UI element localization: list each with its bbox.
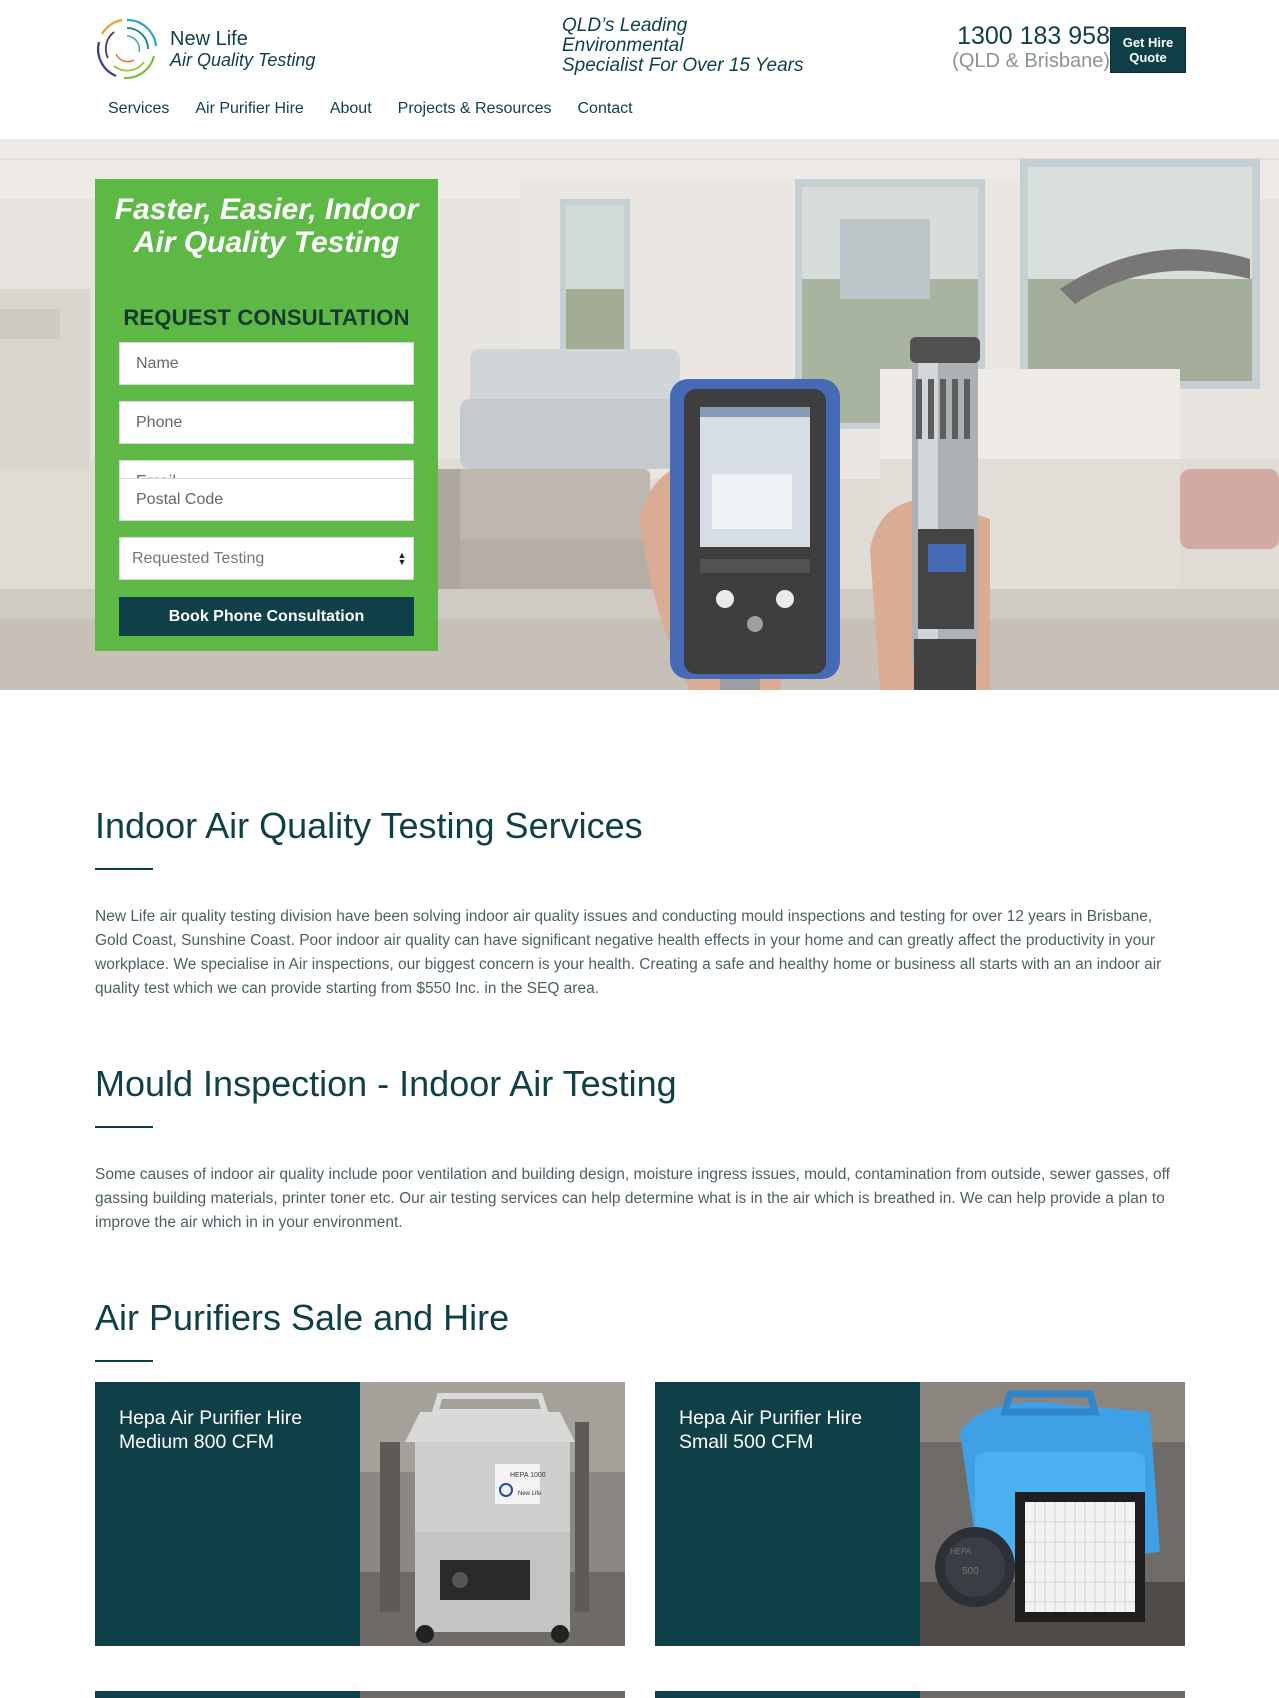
main-nav: Services Air Purifier Hire About Project…: [96, 100, 647, 118]
section-title-mould-inspection: Mould Inspection - Indoor Air Testing: [95, 1063, 677, 1104]
book-phone-consultation-button[interactable]: Book Phone Consultation: [119, 597, 414, 636]
phone-number-link[interactable]: 1300 183 958: [920, 22, 1110, 50]
phone-input[interactable]: [119, 401, 414, 444]
hero-banner: Faster, Easier, Indoor Air Quality Testi…: [0, 139, 1279, 690]
section-title-testing-services: Indoor Air Quality Testing Services: [95, 805, 643, 846]
card-title-line: Hepa Air Purifier Hire: [679, 1407, 863, 1429]
postal-code-input[interactable]: [119, 478, 414, 521]
tagline-line: Specialist For Over 15 Years: [562, 55, 804, 76]
section-divider: [95, 868, 153, 870]
card-title: Hepa Air Purifier Hire Small 500 CFM: [679, 1406, 909, 1454]
product-label-line: New Life: [518, 1491, 542, 1497]
card-title-line: Small 500 CFM: [679, 1431, 814, 1453]
form-title-line: Faster, Easier, Indoor: [114, 193, 419, 226]
card-title: Hepa Air Purifier Hire Medium 800 CFM: [119, 1406, 349, 1454]
select-arrows-icon: ▲ ▼: [397, 549, 407, 567]
card-image-stub: [920, 1691, 1185, 1698]
section-divider: [95, 1360, 153, 1362]
site-header: New Life Air Quality Testing QLD’s Leadi…: [0, 0, 1279, 139]
form-title: Faster, Easier, Indoor Air Quality Testi…: [95, 193, 438, 259]
logo-text: New Life Air Quality Testing: [170, 28, 315, 71]
hepa-500-purifier-image: 500 HEPA: [920, 1382, 1185, 1646]
logo[interactable]: New Life Air Quality Testing: [94, 14, 334, 84]
product-label-line: 500: [962, 1566, 979, 1577]
product-card-stub[interactable]: [95, 1691, 625, 1698]
logo-swirl-icon: [97, 18, 158, 80]
hire-button-line: Get Hire: [1122, 35, 1174, 50]
section-text-mould-inspection: Some causes of indoor air quality includ…: [95, 1166, 1170, 1231]
tagline-line: Environmental: [562, 35, 684, 56]
requested-testing-select[interactable]: Requested Testing ▲ ▼: [119, 537, 414, 580]
section-text-testing-services: New Life air quality testing division ha…: [95, 908, 1162, 997]
get-hire-quote-button[interactable]: Get Hire Quote: [1110, 27, 1186, 73]
tagline-line: QLD’s Leading: [562, 15, 688, 36]
header-tagline: QLD’s Leading Environmental Specialist F…: [562, 16, 842, 76]
form-subtitle: REQUEST CONSULTATION: [123, 305, 410, 330]
nav-item-projects-resources[interactable]: Projects & Resources: [398, 100, 552, 118]
product-card-medium-800[interactable]: Hepa Air Purifier Hire Medium 800 CFM HE…: [95, 1382, 625, 1646]
card-title-line: Medium 800 CFM: [119, 1431, 274, 1453]
hepa-1000-purifier-image: HEPA 1000 New Life: [360, 1382, 625, 1646]
card-title-line: Hepa Air Purifier Hire: [119, 1407, 303, 1429]
logo-name: New Life: [170, 27, 248, 50]
nav-item-about[interactable]: About: [330, 100, 372, 118]
product-label-line: HEPA: [950, 1547, 972, 1556]
nav-item-air-purifier-hire[interactable]: Air Purifier Hire: [195, 100, 303, 118]
section-divider: [95, 1126, 153, 1128]
section-title-air-purifiers: Air Purifiers Sale and Hire: [95, 1297, 510, 1338]
product-card-small-500[interactable]: Hepa Air Purifier Hire Small 500 CFM 500…: [655, 1382, 1185, 1646]
phone-block: 1300 183 958 (QLD & Brisbane): [920, 22, 1110, 72]
select-value: Requested Testing: [132, 549, 265, 567]
card-image-stub: [360, 1691, 625, 1698]
nav-item-contact[interactable]: Contact: [577, 100, 632, 118]
name-input[interactable]: [119, 342, 414, 385]
phone-region: (QLD & Brisbane): [952, 50, 1110, 72]
hire-button-line: Quote: [1129, 50, 1167, 65]
product-label-line: HEPA 1000: [510, 1472, 546, 1479]
product-card-stub[interactable]: [655, 1691, 1185, 1698]
form-title-line: Air Quality Testing: [133, 226, 400, 259]
nav-item-services[interactable]: Services: [108, 100, 169, 118]
logo-subtitle: Air Quality Testing: [170, 50, 316, 71]
consultation-form: Faster, Easier, Indoor Air Quality Testi…: [95, 179, 438, 651]
